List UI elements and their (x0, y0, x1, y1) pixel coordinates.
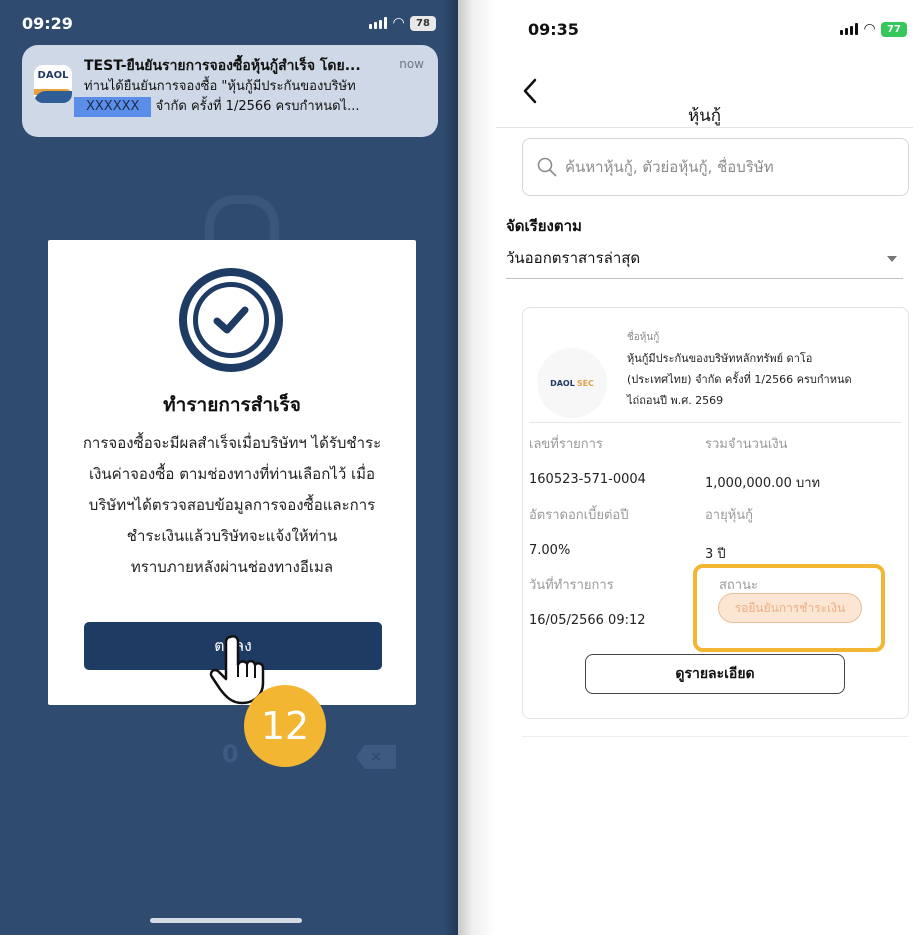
divider (529, 422, 902, 423)
total-amount-field: รวมจำนวนเงิน 1,000,000.00 บาท (705, 437, 821, 491)
masked-company-name: XXXXXX (74, 97, 152, 117)
interest-rate-field: อัตราดอกเบี้ยต่อปี 7.00% (529, 508, 629, 558)
dialog-message: การจองซื้อจะมีผลสำเร็จเมื่อบริษัทฯ ได้รั… (82, 434, 382, 576)
bond-name: หุ้นกู้มีประกันของบริษัทหลักทรัพย์ ดาโอ … (627, 352, 852, 407)
push-notification[interactable]: DAOL TEST-ยืนยันรายการจองซื้อหุ้นกู้สำเร… (22, 45, 438, 137)
transaction-date-field: วันที่ทำรายการ 16/05/2566 09:12 (529, 578, 646, 628)
sort-dropdown[interactable]: วันออกตราสารล่าสุด (506, 238, 903, 279)
bond-order-card: DAOL SEC ชื่อหุ้นกู้ หุ้นกู้มีประกันของบร… (522, 307, 909, 719)
sort-selected-value: วันออกตราสารล่าสุด (506, 249, 641, 267)
signal-icon (840, 23, 859, 35)
status-time: 09:35 (528, 19, 579, 39)
step-number-badge: 12 (244, 685, 326, 767)
page-title: หุ้นกู้ (687, 106, 722, 126)
notification-body: ท่านได้ยืนยันการจองซื้อ "หุ้นกู้มีประกัน… (74, 77, 424, 117)
battery-icon: 78 (410, 15, 436, 31)
battery-icon: 77 (881, 21, 907, 37)
signal-icon (369, 17, 388, 29)
dialog-title: ทำรายการสำเร็จ (163, 394, 301, 416)
search-icon (537, 157, 557, 177)
bond-name-label: ชื่อหุ้นกู้ (627, 332, 660, 343)
delete-key-icon[interactable]: × (356, 745, 396, 769)
checkmark-icon (179, 268, 283, 372)
status-time: 09:29 (22, 13, 73, 33)
wifi-icon: ◠ (864, 21, 875, 37)
daol-app-icon: DAOL (34, 65, 72, 103)
status-highlight-frame (693, 564, 885, 652)
left-phone-screen: 09:29 ◠ 78 DAOL TEST-ยืนยันรายการจองซื้อ… (0, 0, 458, 935)
page-header: หุ้นกู้ (496, 72, 913, 128)
wifi-icon: ◠ (393, 15, 404, 31)
view-details-button[interactable]: ดูรายละเอียด (585, 654, 845, 694)
keypad-zero[interactable]: 0 (222, 740, 239, 768)
notification-time: now (399, 57, 424, 71)
lock-icon (205, 195, 279, 244)
sort-label: จัดเรียงตาม (506, 217, 582, 235)
right-phone-screen: 09:35 ◠ 77 หุ้นกู้ จัดเรียงตาม วันออกตรา… (496, 0, 913, 935)
home-indicator (150, 918, 302, 923)
status-bar: 09:35 ◠ 77 (528, 14, 907, 44)
screen-divider (458, 0, 496, 935)
bond-term-field: อายุหุ้นกู้ 3 ปี (705, 508, 754, 562)
daol-sec-logo: DAOL SEC (537, 348, 607, 418)
status-bar: 09:29 ◠ 78 (22, 8, 436, 38)
search-input[interactable] (563, 157, 887, 177)
notification-title: TEST-ยืนยันรายการจองซื้อหุ้นกู้สำเร็จ โด… (84, 58, 361, 74)
order-number-field: เลขที่รายการ 160523-571-0004 (529, 437, 646, 487)
chevron-down-icon (887, 256, 897, 262)
search-bar[interactable] (522, 138, 909, 196)
